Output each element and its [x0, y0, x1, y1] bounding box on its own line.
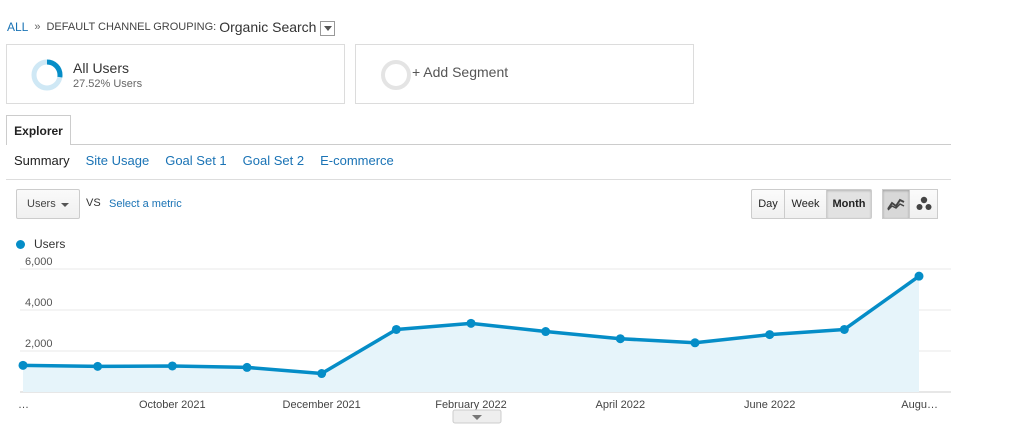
data-point[interactable]: [466, 318, 476, 328]
breadcrumb-all-link[interactable]: ALL: [7, 20, 28, 34]
vs-label: VS: [86, 197, 101, 209]
subnav-ecommerce[interactable]: E-commerce: [320, 153, 394, 168]
data-point[interactable]: [765, 330, 775, 340]
x-tick-label: Augu…: [901, 399, 938, 411]
add-segment-button[interactable]: + Add Segment: [355, 44, 694, 104]
tab-divider: [6, 144, 951, 145]
x-tick-label: December 2021: [283, 399, 361, 411]
users-chart: 2,000 4,000 6,000 … October 2021 December 20…: [18, 256, 951, 424]
subnav-goal-set-1[interactable]: Goal Set 1: [165, 153, 226, 168]
y-tick-label: 2,000: [25, 338, 53, 350]
y-axis-labels: 2,000 4,000 6,000: [25, 256, 53, 350]
data-point[interactable]: [615, 334, 625, 344]
x-axis-labels: … October 2021 December 2021 February 2022 A…: [18, 399, 938, 411]
month-button[interactable]: Month: [827, 189, 872, 219]
add-segment-label: + Add Segment: [412, 64, 509, 80]
breadcrumb-dimension: DEFAULT CHANNEL GROUPING:: [46, 21, 217, 33]
data-point[interactable]: [242, 362, 252, 372]
breadcrumb-separator: »: [34, 21, 41, 33]
y-tick-label: 6,000: [25, 256, 53, 268]
x-tick-label: February 2022: [435, 399, 507, 411]
chart-scroll-handle[interactable]: [452, 409, 502, 424]
legend-dot-icon: [16, 239, 25, 249]
subnav-divider: [6, 179, 951, 180]
data-point[interactable]: [18, 360, 28, 370]
breadcrumb: ALL » DEFAULT CHANNEL GROUPING: Organic …: [7, 19, 336, 36]
tab-explorer[interactable]: Explorer: [6, 115, 71, 145]
x-tick-label: April 2022: [596, 399, 646, 411]
data-point[interactable]: [541, 327, 551, 337]
x-tick-label: June 2022: [744, 399, 795, 411]
data-point[interactable]: [914, 271, 924, 281]
data-point[interactable]: [391, 324, 401, 334]
day-button[interactable]: Day: [751, 189, 785, 219]
x-tick-label: …: [18, 399, 29, 411]
legend-series-label: Users: [34, 237, 66, 251]
week-button[interactable]: Week: [785, 189, 827, 219]
metric-dropdown-label: Users: [27, 198, 56, 210]
y-tick-label: 4,000: [25, 297, 53, 309]
metric-dropdown[interactable]: Users: [16, 189, 80, 219]
empty-segment-ring-icon: [381, 60, 411, 90]
chart-type-toggle: [882, 189, 938, 219]
segment-subtitle: 27.52% Users: [73, 78, 143, 90]
x-tick-label: October 2021: [139, 399, 206, 411]
segment-all-users[interactable]: All Users 27.52% Users: [6, 44, 345, 104]
motion-chart-button[interactable]: [910, 189, 938, 219]
period-toggle: Day Week Month: [751, 189, 872, 219]
segment-ring-icon: [31, 59, 63, 91]
line-chart-button[interactable]: [882, 189, 910, 219]
select-metric-link[interactable]: Select a metric: [109, 198, 182, 210]
chart-legend: Users: [16, 237, 65, 251]
subnav-site-usage[interactable]: Site Usage: [86, 153, 150, 168]
motion-chart-icon: [916, 196, 931, 210]
subnav-goal-set-2[interactable]: Goal Set 2: [243, 153, 304, 168]
line-chart-icon: [887, 198, 905, 211]
explorer-subnav: Summary Site Usage Goal Set 1 Goal Set 2…: [14, 153, 410, 168]
data-point[interactable]: [317, 369, 327, 379]
data-point[interactable]: [167, 361, 177, 371]
subnav-summary[interactable]: Summary: [14, 153, 70, 168]
breadcrumb-dropdown-icon[interactable]: [320, 20, 336, 36]
segment-title: All Users: [73, 60, 130, 76]
data-point[interactable]: [93, 361, 103, 371]
data-point[interactable]: [839, 324, 849, 334]
data-point[interactable]: [690, 338, 700, 348]
chevron-down-icon: [61, 203, 69, 207]
breadcrumb-value: Organic Search: [219, 19, 317, 35]
